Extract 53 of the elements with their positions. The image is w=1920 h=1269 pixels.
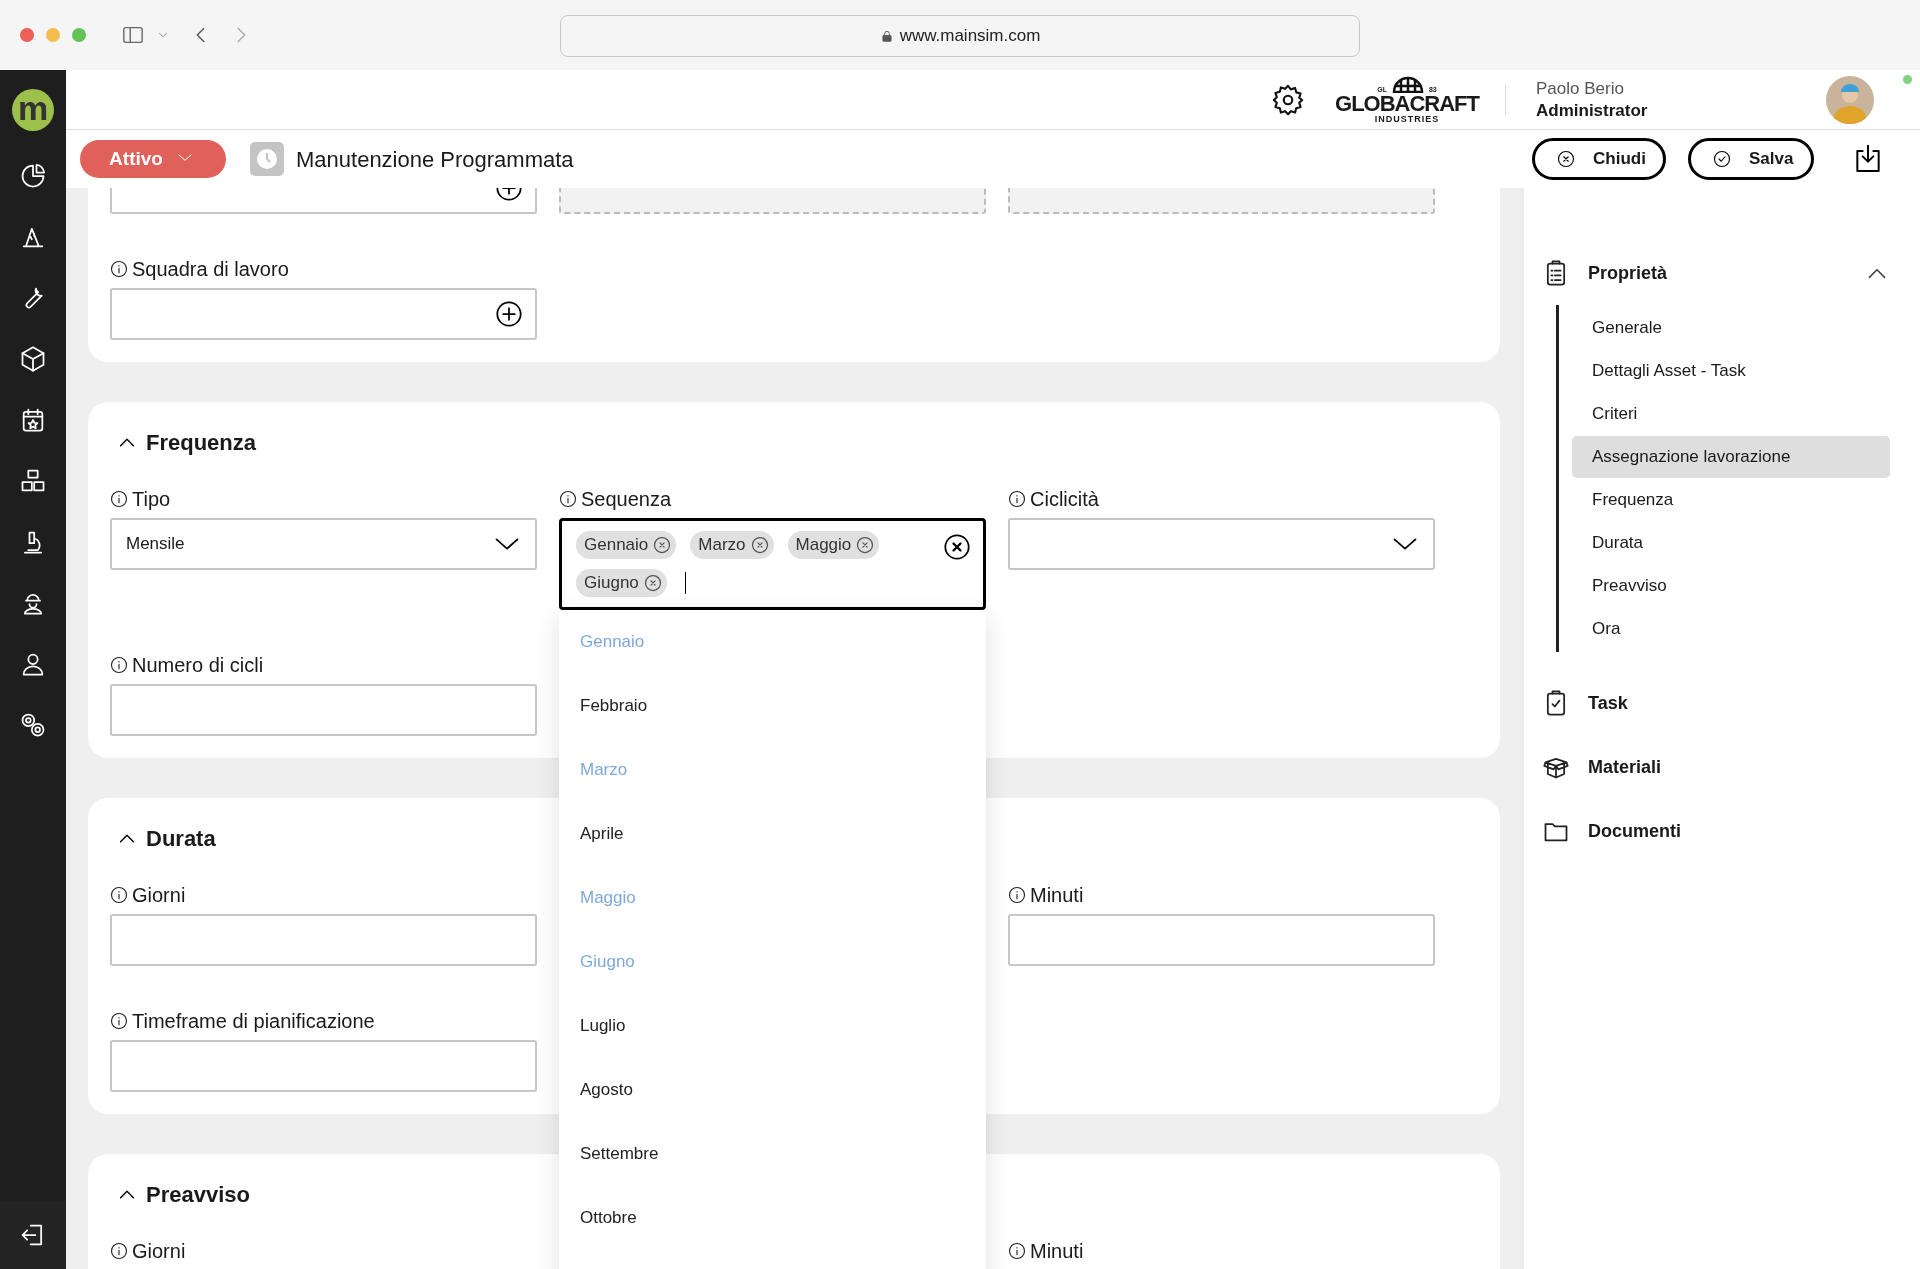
panel-section[interactable]: Documenti — [1542, 813, 1890, 849]
panel-section[interactable]: Task — [1542, 685, 1890, 721]
tag-chip[interactable]: Gennaio — [576, 531, 677, 559]
address-bar[interactable]: www.mainsim.com — [560, 15, 1360, 57]
select-value: Mensile — [126, 533, 185, 556]
dropdown-option[interactable]: Aprile — [559, 802, 986, 866]
tag-chip[interactable]: Giugno — [576, 569, 667, 597]
tag-chip[interactable]: Maggio — [787, 531, 880, 559]
section-toggle[interactable]: Frequenza — [116, 428, 257, 456]
field-label: Minuti — [1030, 1239, 1084, 1264]
field-label: Sequenza — [581, 487, 672, 512]
panel-section[interactable]: Proprietà — [1542, 255, 1890, 291]
dropdown-option[interactable]: Febbraio — [559, 674, 986, 738]
save-button[interactable]: Salva — [1688, 138, 1814, 180]
url-text: www.mainsim.com — [899, 25, 1041, 48]
field-label: Giorni — [132, 1239, 186, 1264]
panel-section-title: Documenti — [1588, 819, 1681, 843]
field-label: Giorni — [132, 883, 186, 908]
section-toggle[interactable]: Preavviso — [116, 1180, 250, 1208]
tag-chip[interactable]: Marzo — [690, 531, 774, 559]
user-name: Paolo Berio — [1536, 77, 1625, 100]
panel-nav-item[interactable]: Assegnazione lavorazione — [1572, 436, 1890, 478]
status-dropdown[interactable]: Attivo — [80, 140, 226, 178]
dropdown-option[interactable]: Luglio — [559, 994, 986, 1058]
dropdown-option[interactable]: Settembre — [559, 1122, 986, 1186]
panel-section-title: Materiali — [1588, 755, 1662, 779]
dropdown-option[interactable]: Agosto — [559, 1058, 986, 1122]
field-label: Ciclicità — [1030, 487, 1099, 512]
dropdown-option[interactable]: Ottobre — [559, 1186, 986, 1250]
panel-nav-item[interactable]: Frequenza — [1572, 479, 1890, 521]
panel-nav-item[interactable]: Criteri — [1572, 393, 1890, 435]
field-label: Tipo — [132, 487, 171, 512]
section-toggle[interactable]: Durata — [116, 824, 216, 852]
panel-nav-item[interactable]: Generale — [1572, 307, 1890, 349]
field-label: Numero di cicli — [132, 653, 264, 678]
field-label: Timeframe di pianificazione — [132, 1009, 375, 1034]
panel-section[interactable]: Materiali — [1542, 749, 1890, 785]
panel-nav-item[interactable]: Ora — [1572, 608, 1890, 650]
logo-wordmark: GLOBACRAFT — [1335, 93, 1479, 115]
panel-nav-item[interactable]: Dettagli Asset - Task — [1572, 350, 1890, 392]
field-label: Squadra di lavoro — [132, 257, 289, 282]
panel-section-title: Task — [1588, 691, 1628, 715]
page-title: Manutenzione Programmata — [296, 145, 574, 174]
field-label: Minuti — [1030, 883, 1084, 908]
logo-tagline: INDUSTRIES — [1374, 115, 1440, 124]
close-button[interactable]: Chiudi — [1532, 138, 1666, 180]
app-logo[interactable]: m — [12, 89, 54, 131]
select-field[interactable]: Mensile — [110, 518, 537, 570]
multiselect-field[interactable]: Gennaio Marzo Maggio Giugno — [559, 518, 986, 610]
panel-nav-item[interactable]: Preavviso — [1572, 565, 1890, 607]
user-role: Administrator — [1536, 99, 1649, 122]
panel-section-title: Proprietà — [1588, 261, 1668, 285]
panel-nav-item[interactable]: Durata — [1572, 522, 1890, 564]
